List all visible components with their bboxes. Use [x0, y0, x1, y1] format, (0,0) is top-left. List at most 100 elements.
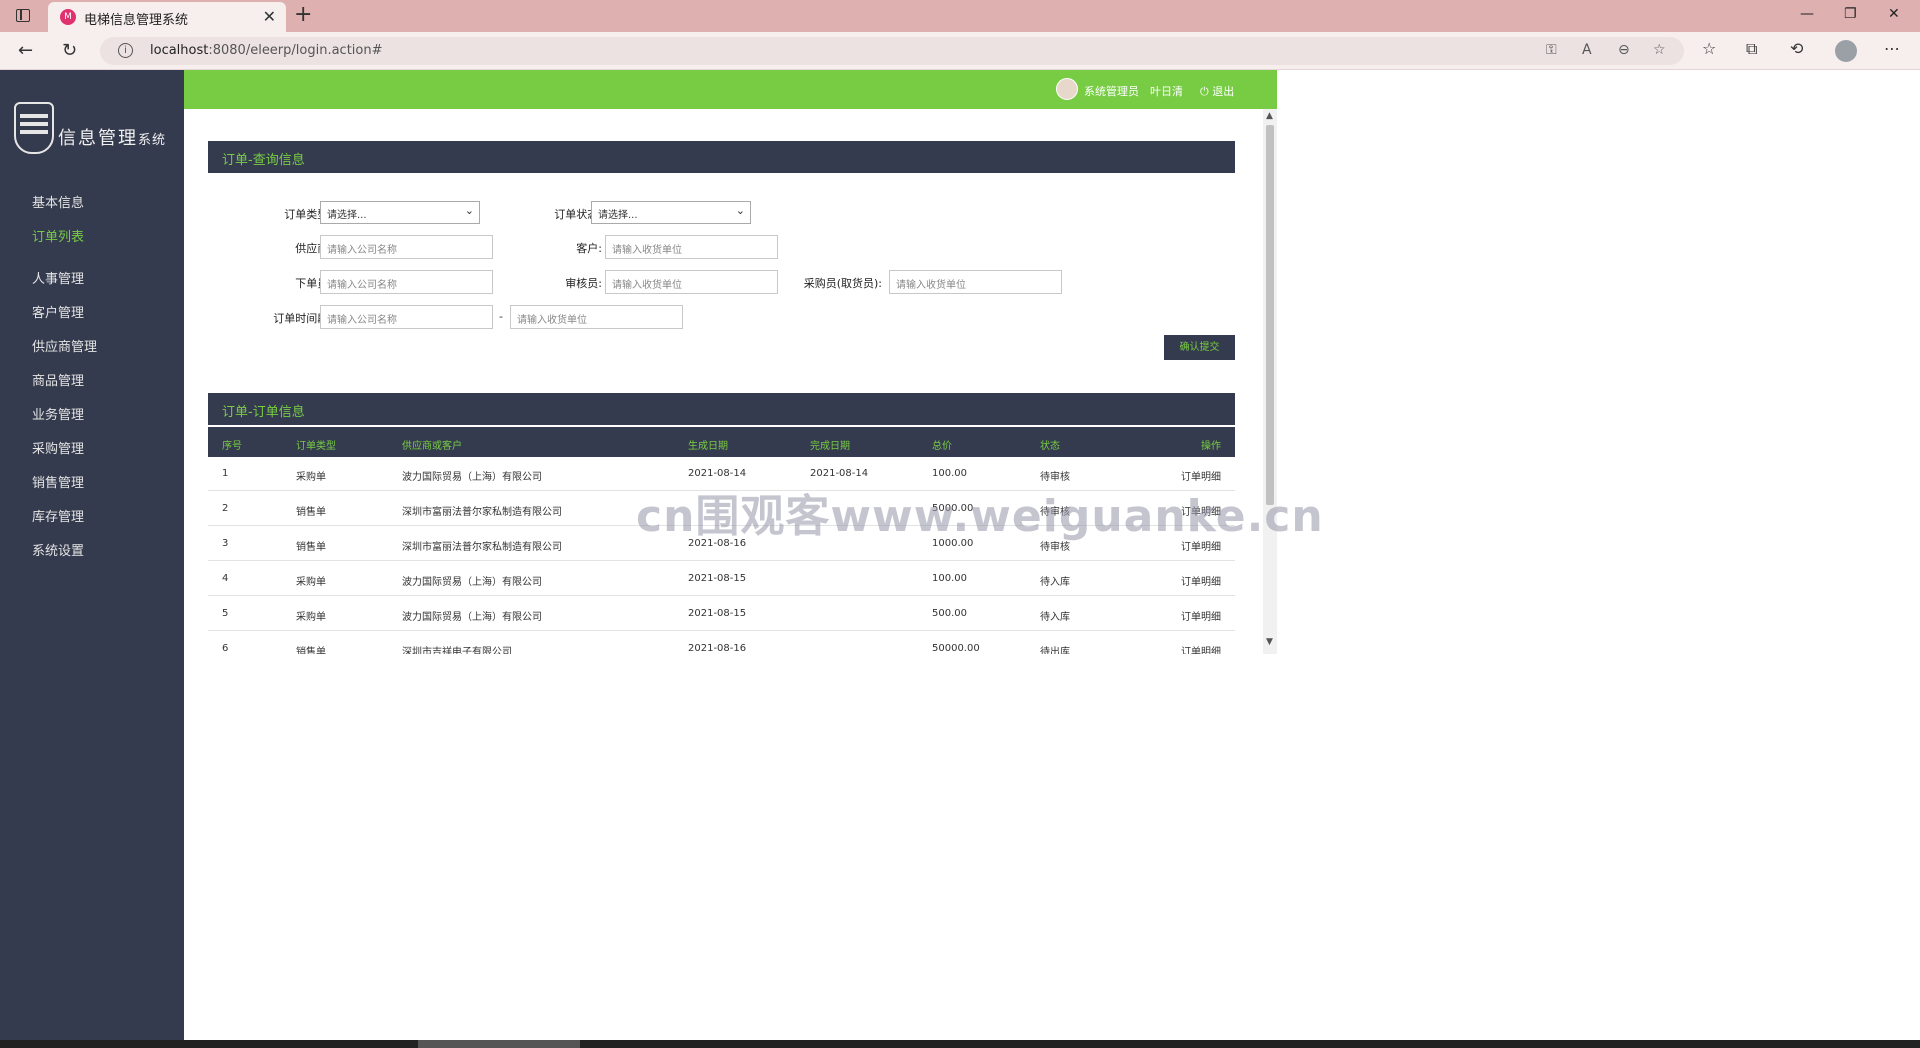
history-icon[interactable]: ⟲ — [1790, 39, 1803, 58]
cell-created: 2021-08-15 — [688, 573, 747, 584]
logout-label: 退出 — [1212, 85, 1235, 98]
orders-panel-title: 订单-订单信息 — [208, 393, 1235, 425]
sidebar-item-products[interactable]: 商品管理 — [32, 370, 84, 389]
favorites-icon[interactable]: ☆ — [1702, 39, 1716, 58]
window-close-icon[interactable]: ✕ — [1888, 6, 1900, 22]
logo-small-text: 系统 — [138, 133, 167, 148]
sidebar-item-basic-info[interactable]: 基本信息 — [32, 192, 84, 211]
period-label: 订单时间段: — [273, 312, 332, 325]
cell-created: 2021-08-14 — [688, 468, 747, 479]
read-aloud-icon[interactable]: A — [1582, 42, 1592, 58]
sidebar-toggle-icon[interactable] — [16, 9, 30, 22]
table-row: 6 销售单 深圳市吉祥电子有限公司 2021-08-16 50000.00 待出… — [208, 632, 1235, 654]
column-header-status: 状态 — [1040, 441, 1060, 452]
cell-type: 采购单 — [296, 612, 326, 623]
close-icon[interactable]: ✕ — [263, 7, 276, 26]
customer-label: 客户: — [576, 242, 602, 255]
chevron-down-icon: ⌄ — [735, 204, 745, 217]
order-status-select[interactable]: 请选择... ⌄ — [591, 201, 751, 224]
sidebar-item-purchasing[interactable]: 采购管理 — [32, 438, 84, 457]
column-header-action: 操作 — [1201, 441, 1221, 452]
cell-total: 100.00 — [932, 573, 967, 584]
sidebar-item-order-list[interactable]: 订单列表 — [32, 226, 84, 245]
order-type-select[interactable]: 请选择... ⌄ — [320, 201, 480, 224]
address-bar: ← ↻ i localhost:8080/eleerp/login.action… — [0, 32, 1920, 70]
period-start-input[interactable]: 请输入公司名称 — [320, 305, 493, 329]
logo-main-text: 信息管理 — [58, 128, 138, 149]
cell-index: 4 — [222, 573, 229, 584]
cell-type: 销售单 — [296, 542, 326, 553]
orders-table-header: 序号 订单类型 供应商或客户 生成日期 完成日期 总价 状态 操作 — [208, 427, 1235, 457]
logout-button[interactable]: ⏻ 退出 — [1200, 83, 1234, 99]
favicon-icon: M — [60, 9, 76, 25]
reviewer-label: 审核员: — [565, 277, 602, 290]
profile-icon[interactable] — [1835, 40, 1857, 62]
table-row: 5 采购单 波力国际贸易（上海）有限公司 2021-08-15 500.00 待… — [208, 597, 1235, 631]
more-icon[interactable]: ⋯ — [1884, 39, 1900, 58]
cell-total: 500.00 — [932, 608, 967, 619]
cell-type: 采购单 — [296, 577, 326, 588]
cell-index: 3 — [222, 538, 229, 549]
creator-label: 下单员: — [295, 277, 332, 290]
reviewer-input[interactable]: 请输入收货单位 — [605, 270, 778, 294]
scroll-up-icon[interactable]: ▲ — [1266, 111, 1273, 121]
query-panel-title: 订单-查询信息 — [208, 141, 1235, 173]
order-type-label: 订单类型: — [284, 208, 332, 221]
user-name[interactable]: 叶日清 — [1150, 83, 1183, 99]
sidebar-item-customers[interactable]: 客户管理 — [32, 302, 84, 321]
back-icon[interactable]: ← — [18, 40, 33, 61]
scroll-thumb[interactable] — [1266, 125, 1274, 505]
buyer-input[interactable]: 请输入收货单位 — [889, 270, 1062, 294]
column-header-total: 总价 — [932, 441, 952, 452]
collections-icon[interactable]: ⧉ — [1746, 39, 1757, 59]
taskbar-active-app[interactable] — [418, 1040, 580, 1048]
logo-text: 信息管理系统 — [58, 124, 166, 150]
order-detail-link[interactable]: 订单明细 — [1181, 573, 1221, 588]
sidebar-item-inventory[interactable]: 库存管理 — [32, 506, 84, 525]
cell-type: 销售单 — [296, 647, 326, 654]
cell-party: 深圳市富丽法普尔家私制造有限公司 — [402, 542, 562, 553]
reload-icon[interactable]: ↻ — [62, 40, 77, 61]
taskbar — [0, 1040, 1920, 1048]
customer-input[interactable]: 请输入收货单位 — [605, 235, 778, 259]
info-icon[interactable]: i — [118, 43, 133, 58]
cell-status: 待入库 — [1040, 577, 1070, 588]
cell-party: 波力国际贸易（上海）有限公司 — [402, 577, 542, 588]
sidebar: 信息管理系统 基本信息 订单列表 人事管理 客户管理 供应商管理 商品管理 业务… — [0, 70, 184, 1040]
cell-completed: 2021-08-14 — [810, 468, 869, 479]
creator-input[interactable]: 请输入公司名称 — [320, 270, 493, 294]
submit-button[interactable]: 确认提交 — [1164, 335, 1235, 360]
cell-created: 2021-08-16 — [688, 643, 747, 654]
period-end-input[interactable]: 请输入收货单位 — [510, 305, 683, 329]
key-icon[interactable]: ⚿ — [1546, 42, 1557, 58]
minimize-icon[interactable]: — — [1800, 6, 1814, 22]
column-header-completed: 完成日期 — [810, 441, 850, 452]
browser-tab[interactable]: M 电梯信息管理系统 ✕ — [48, 2, 286, 32]
scroll-down-icon[interactable]: ▼ — [1266, 637, 1273, 647]
avatar[interactable] — [1056, 78, 1078, 100]
order-detail-link[interactable]: 订单明细 — [1181, 643, 1221, 654]
url-field[interactable]: i localhost:8080/eleerp/login.action# ⚿ … — [100, 37, 1684, 65]
content-scrollbar[interactable]: ▲ ▼ — [1263, 109, 1277, 654]
sidebar-item-hr[interactable]: 人事管理 — [32, 268, 84, 287]
cell-party: 深圳市吉祥电子有限公司 — [402, 647, 512, 654]
sidebar-item-sales[interactable]: 销售管理 — [32, 472, 84, 491]
cell-index: 2 — [222, 503, 229, 514]
cell-status: 待入库 — [1040, 612, 1070, 623]
cell-party: 深圳市富丽法普尔家私制造有限公司 — [402, 507, 562, 518]
column-header-party: 供应商或客户 — [402, 441, 462, 452]
cell-party: 波力国际贸易（上海）有限公司 — [402, 612, 542, 623]
supplier-input[interactable]: 请输入公司名称 — [320, 235, 493, 259]
order-status-value: 请选择... — [598, 210, 638, 221]
sidebar-item-settings[interactable]: 系统设置 — [32, 540, 84, 559]
zoom-out-icon[interactable]: ⊖ — [1618, 42, 1630, 58]
column-header-index: 序号 — [222, 441, 242, 452]
cell-total: 50000.00 — [932, 643, 980, 654]
favorite-add-icon[interactable]: ☆ — [1653, 42, 1666, 58]
sidebar-item-business[interactable]: 业务管理 — [32, 404, 84, 423]
cell-index: 6 — [222, 643, 229, 654]
plus-icon[interactable]: + — [294, 2, 312, 27]
sidebar-item-suppliers[interactable]: 供应商管理 — [32, 336, 97, 355]
order-detail-link[interactable]: 订单明细 — [1181, 608, 1221, 623]
restore-icon[interactable]: ❐ — [1844, 6, 1857, 22]
